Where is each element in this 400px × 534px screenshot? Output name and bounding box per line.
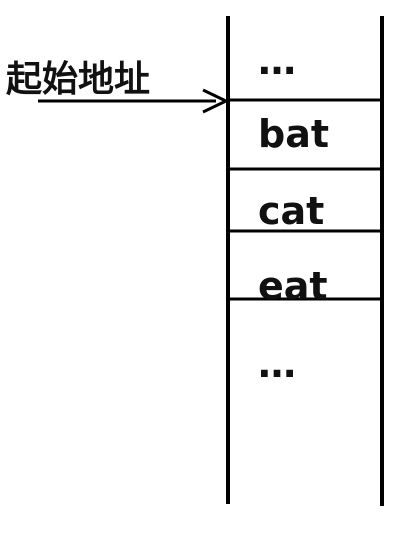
- cell-cat: cat: [258, 189, 324, 233]
- cell-bat: bat: [258, 112, 329, 156]
- cell-top-ellipsis: …: [258, 39, 296, 83]
- cell-bottom-ellipsis: …: [258, 342, 296, 386]
- memory-diagram: … bat cat eat … 起始地址: [6, 16, 384, 506]
- cell-eat: eat: [258, 264, 328, 308]
- start-address-label: 起始地址: [6, 59, 150, 100]
